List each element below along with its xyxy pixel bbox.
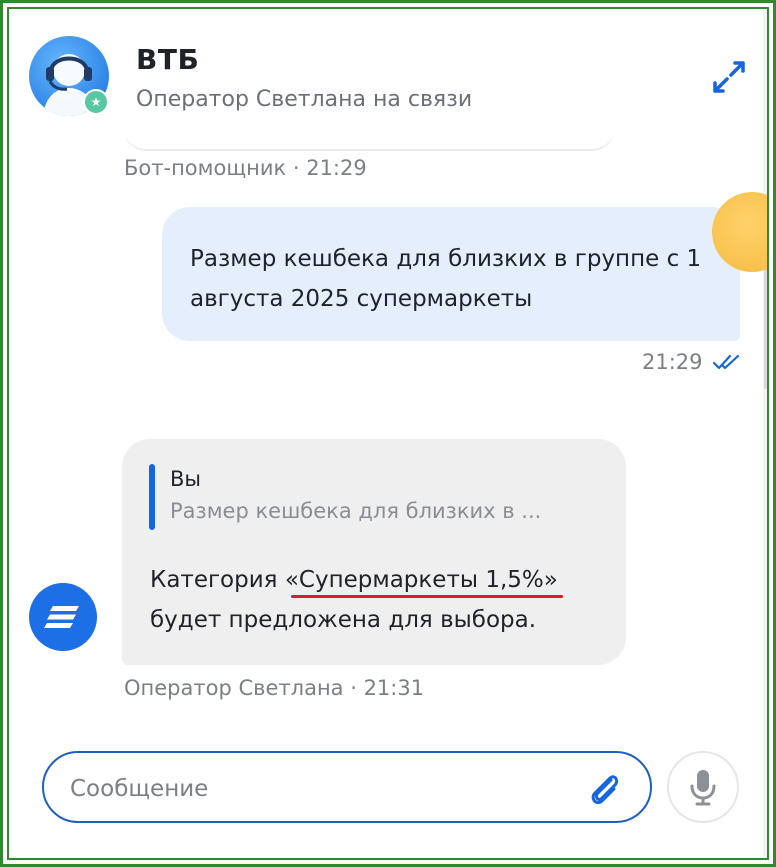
chat-subtitle: Оператор Светлана на связи: [136, 87, 473, 112]
expand-arrows-icon: [713, 61, 745, 93]
double-check-icon: [712, 352, 742, 372]
reply-quote-text: Размер кешбека для близких в ...: [170, 499, 542, 523]
star-badge-icon: ★: [83, 89, 109, 115]
outgoing-message-text: Размер кешбека для близких в группе с 1 …: [190, 246, 702, 312]
chat-title: ВТБ: [136, 43, 200, 76]
reply-quote-author: Вы: [170, 467, 201, 491]
microphone-icon: [690, 770, 716, 806]
paperclip-icon: [591, 775, 619, 805]
scrollbar-track[interactable]: [763, 9, 767, 858]
chat-window: ★ ВТБ Оператор Светлана на связи Бот-пом…: [7, 7, 769, 860]
bot-message-meta: Бот-помощник · 21:29: [124, 156, 367, 180]
vtb-logo-icon: [29, 583, 97, 651]
previous-bot-bubble: [124, 127, 614, 151]
highlight-underline: [291, 595, 563, 598]
outgoing-message-time: 21:29: [642, 350, 703, 374]
incoming-text-highlight: «Супермаркеты 1,5%»: [284, 567, 558, 593]
reply-quote-bar: [149, 464, 155, 530]
microphone-button[interactable]: [667, 751, 739, 823]
expand-button[interactable]: [709, 57, 749, 97]
incoming-message-text: Категория «Супермаркеты 1,5%» будет пред…: [150, 560, 620, 640]
incoming-text-part1: Категория: [150, 567, 278, 593]
message-input[interactable]: [68, 771, 572, 807]
message-input-container[interactable]: [42, 751, 652, 823]
incoming-text-part2: будет предложена для выбора.: [150, 607, 537, 633]
operator-message-meta: Оператор Светлана · 21:31: [124, 676, 425, 700]
attach-button[interactable]: [584, 768, 624, 808]
